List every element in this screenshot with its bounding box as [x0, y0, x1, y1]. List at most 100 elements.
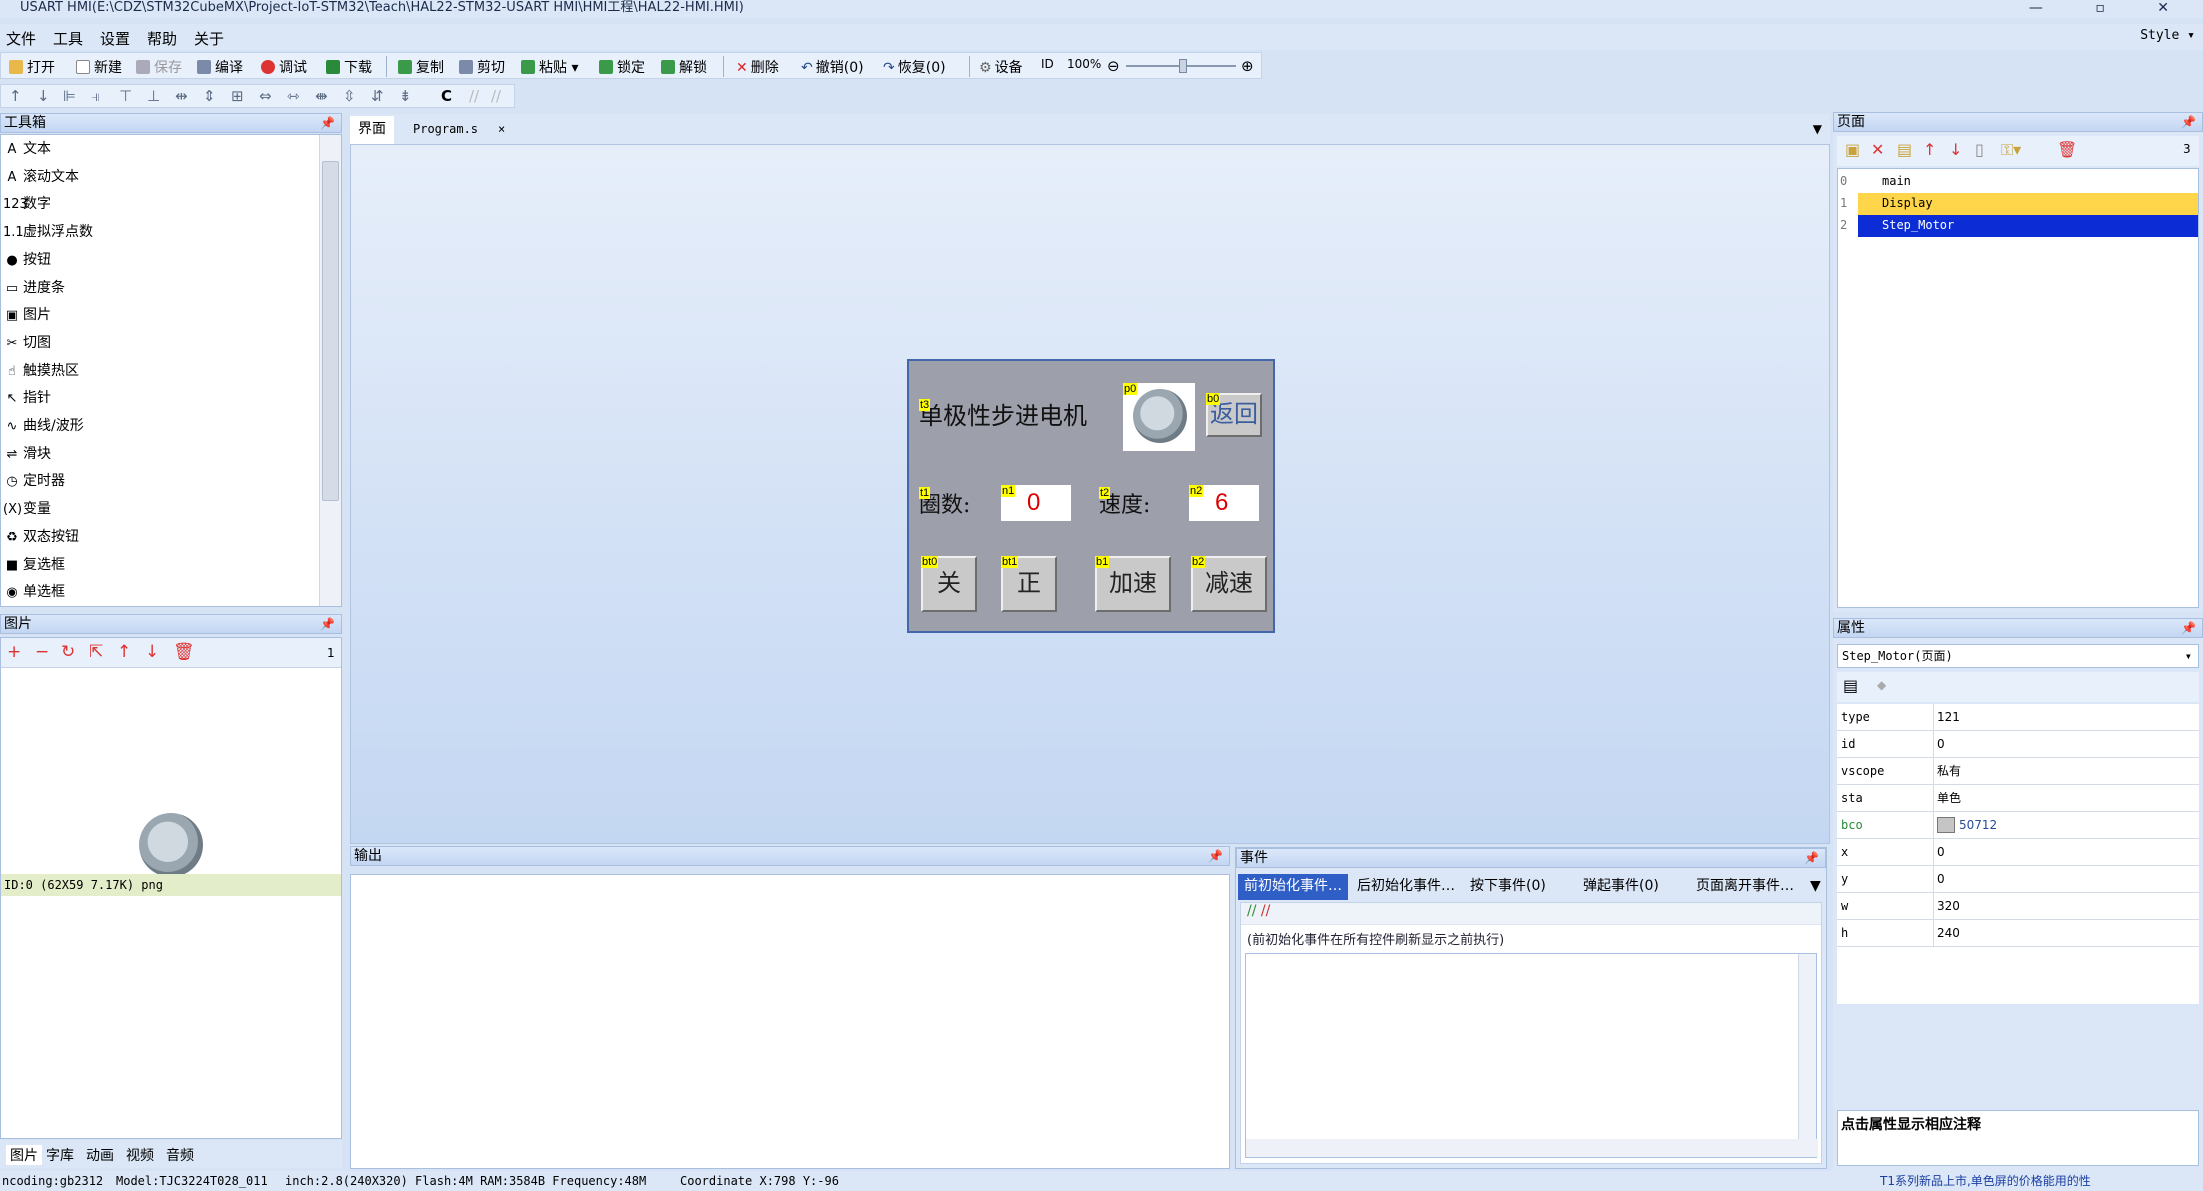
key-icon[interactable]: ⚿▾ [2001, 140, 2021, 160]
page-item-display[interactable]: 1 Display [1838, 193, 2198, 215]
zoom-in-icon[interactable]: ⊕ [1241, 57, 1254, 75]
event-code-input[interactable] [1245, 953, 1818, 1158]
pin-icon[interactable]: 📌 [2181, 619, 2196, 637]
stepper-motor-thumbnail[interactable] [139, 813, 203, 877]
add-page-icon[interactable]: ▣ [1845, 140, 1860, 159]
import-page-icon[interactable]: ▤ [1897, 140, 1912, 159]
center-vertical-icon[interactable]: ⇕ [203, 87, 216, 105]
prop-row-y[interactable]: y0 [1837, 866, 2199, 893]
pin-icon[interactable]: 📌 [1208, 847, 1223, 865]
tab-animation[interactable]: 动画 [86, 1145, 114, 1165]
align-top-icon[interactable]: ⊤ [119, 87, 132, 105]
tab-design[interactable]: 界面 [350, 116, 394, 144]
prop-row-vscope[interactable]: vscope 私有 [1837, 758, 2199, 785]
debug-button[interactable]: 调试 [261, 57, 307, 77]
prop-row-type[interactable]: type 121 [1837, 704, 2199, 731]
tab-video[interactable]: 视频 [126, 1145, 154, 1165]
space-h-icon[interactable]: ⇿ [287, 87, 300, 105]
toolbox-item[interactable]: ■ 复选框 [3, 554, 65, 574]
page-item-step-motor[interactable]: 2 Step_Motor [1838, 215, 2198, 237]
trash-icon[interactable]: 🗑 [2057, 140, 2077, 159]
toolbox-item[interactable]: ● 按钮 [3, 249, 51, 269]
page-down-icon[interactable]: ↓ [1949, 140, 1962, 159]
tab-fonts[interactable]: 字库 [46, 1145, 74, 1165]
chevron-down-icon[interactable]: ▼ [1804, 874, 1827, 900]
prop-row-id[interactable]: id 0 [1837, 731, 2199, 758]
unlock-button[interactable]: 解锁 [661, 57, 707, 77]
tab-audio[interactable]: 音频 [166, 1145, 194, 1165]
toolbox-item[interactable]: ▣ 图片 [3, 304, 51, 324]
menu-help[interactable]: 帮助 [147, 28, 177, 49]
page-item-main[interactable]: 0 main [1838, 171, 2198, 193]
image-up-icon[interactable]: ↑ [117, 642, 131, 662]
move-up-icon[interactable]: ↑ [9, 87, 22, 105]
copy-button[interactable]: 复制 [398, 57, 444, 77]
id-button[interactable]: ID [1041, 57, 1054, 71]
pin-icon[interactable]: 📌 [2181, 113, 2196, 131]
tab-program[interactable]: Program.s × [405, 116, 513, 144]
pin-icon[interactable]: 📌 [1804, 849, 1819, 867]
toolbox-item[interactable]: 1.1虚拟浮点数 [3, 221, 93, 241]
align-bottom-icon[interactable]: ⊥ [147, 87, 160, 105]
device-button[interactable]: ⚙ 设备 [979, 57, 1023, 77]
object-selector[interactable]: Step_Motor(页面) ▾ [1837, 644, 2199, 668]
tab-preinit-event[interactable]: 前初始化事件… [1238, 874, 1348, 900]
image-caption[interactable]: ID:0 (62X59 7.17K) png [1, 874, 341, 896]
delete-button[interactable]: ✕ 删除 [736, 57, 779, 77]
toolbox-item[interactable]: ↖ 指针 [3, 387, 51, 407]
export-image-icon[interactable]: ⇱ [89, 642, 103, 662]
space-h2-icon[interactable]: ⇼ [315, 87, 328, 105]
toolbox-item[interactable]: ◷ 定时器 [3, 470, 65, 490]
pin-icon[interactable]: 📌 [320, 615, 335, 633]
toolbox-item[interactable]: ∿ 曲线/波形 [3, 415, 84, 435]
event-scrollbar[interactable] [1798, 954, 1816, 1139]
distribute-h-icon[interactable]: ⇔ [259, 87, 272, 105]
toolbox-item[interactable]: (X)变量 [3, 498, 51, 518]
tab-press-event[interactable]: 按下事件(0) [1464, 874, 1552, 900]
menu-tools[interactable]: 工具 [53, 28, 83, 49]
output-panel[interactable] [350, 874, 1230, 1169]
menu-about[interactable]: 关于 [194, 28, 224, 49]
compile-button[interactable]: 编译 [197, 57, 243, 77]
sort-icon[interactable]: ◆ [1877, 678, 1886, 692]
tab-postinit-event[interactable]: 后初始化事件… [1351, 874, 1461, 900]
toolbox-scrollbar[interactable] [319, 135, 341, 606]
save-button[interactable]: 保存 [136, 57, 182, 77]
delete-page-icon[interactable]: ✕ [1871, 140, 1884, 159]
image-down-icon[interactable]: ↓ [145, 642, 159, 662]
toolbox-item[interactable]: ☝ 触摸热区 [3, 360, 79, 380]
style-dropdown[interactable]: Style ▾ [2140, 28, 2195, 43]
space-v2-icon[interactable]: ⇟ [399, 87, 412, 105]
zoom-out-icon[interactable]: ⊖ [1107, 57, 1120, 75]
comment-line-icon[interactable]: // [469, 87, 479, 105]
event-h-scrollbar[interactable] [1246, 1139, 1818, 1157]
replace-image-icon[interactable]: ↻ [61, 642, 75, 662]
cut-button[interactable]: 剪切 [459, 57, 505, 77]
comment-icon[interactable]: // [1247, 903, 1256, 919]
prop-row-h[interactable]: h 240 [1837, 920, 2199, 947]
open-button[interactable]: 打开 [9, 57, 55, 77]
uncomment-icon[interactable]: // [491, 87, 501, 105]
undo-button[interactable]: ↶ 撤销(0) [801, 57, 864, 77]
new-button[interactable]: 新建 [76, 57, 122, 77]
paste-button[interactable]: 粘贴 ▾ [521, 57, 578, 77]
tab-release-event[interactable]: 弹起事件(0) [1577, 874, 1665, 900]
toolbox-scroll-thumb[interactable] [322, 161, 339, 501]
copy-page-icon[interactable]: ▯ [1975, 140, 1984, 159]
trash-icon[interactable]: 🗑 [173, 642, 195, 662]
uncomment-icon[interactable]: // [1261, 903, 1270, 919]
status-ad-link[interactable]: T1系列新品上市,单色屏的价格能用的性 [1880, 1171, 2091, 1191]
prop-row-bco[interactable]: bco 50712 [1837, 812, 2199, 839]
pin-icon[interactable]: 📌 [320, 114, 335, 132]
toolbox-item[interactable]: ⇌ 滑块 [3, 443, 51, 463]
toolbox-item[interactable]: 123数字 [3, 193, 51, 213]
window-controls[interactable]: — ▫ ✕ [2029, 0, 2193, 16]
center-horizontal-icon[interactable]: ⇹ [175, 87, 188, 105]
toolbox-item[interactable]: A 滚动文本 [3, 166, 79, 186]
categorized-icon[interactable]: ▤ [1843, 676, 1858, 695]
page-up-icon[interactable]: ↑ [1923, 140, 1936, 159]
comment-icon[interactable]: C [441, 87, 452, 105]
color-swatch[interactable] [1937, 817, 1955, 833]
menu-settings[interactable]: 设置 [100, 28, 130, 49]
align-right-icon[interactable]: ⫣ [91, 87, 100, 105]
